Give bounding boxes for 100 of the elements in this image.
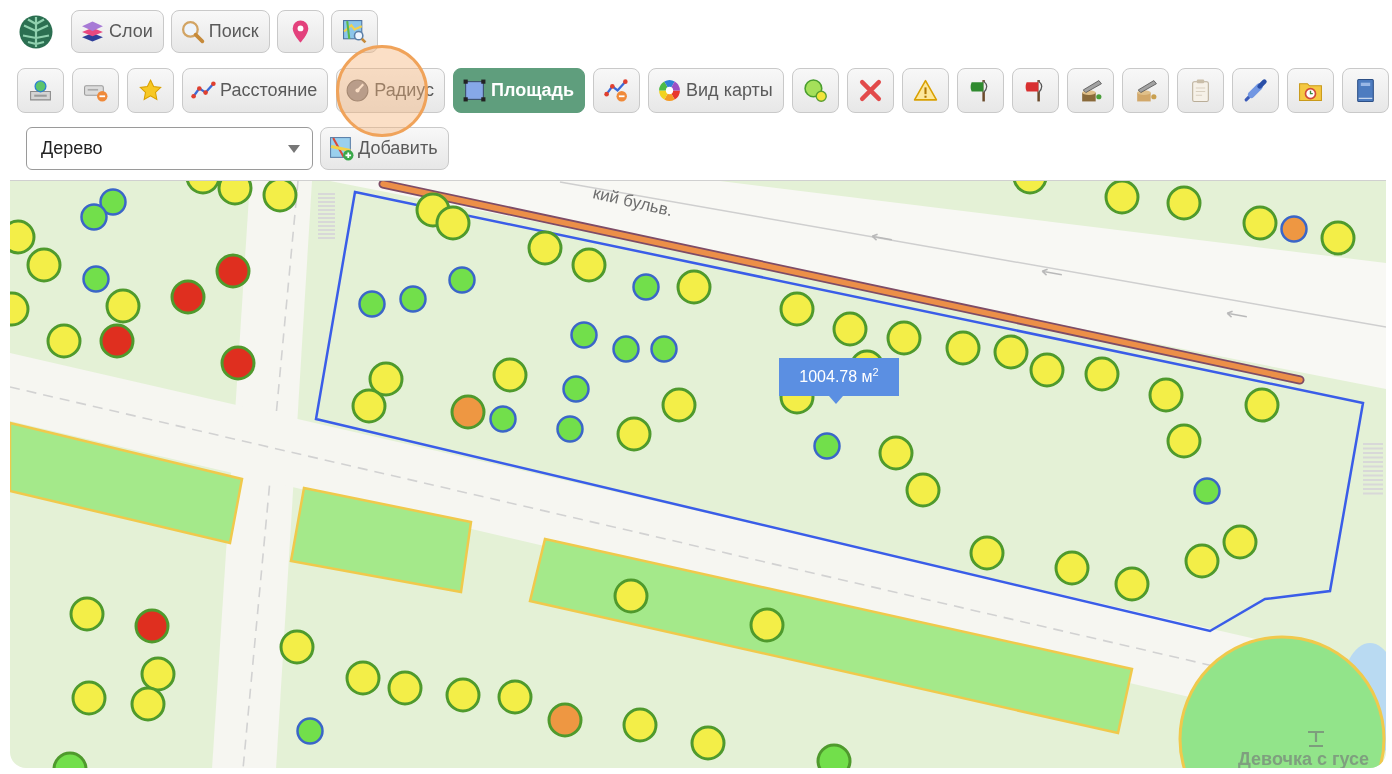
type-select[interactable]: Дерево [26,127,313,170]
remove-measure-button[interactable] [593,68,641,113]
tree-marker[interactable] [217,181,253,206]
tree-marker[interactable] [969,535,1005,571]
book-button[interactable] [1341,68,1389,113]
color-wheel-icon [657,78,683,103]
tree-marker[interactable] [779,291,815,327]
tree-marker[interactable] [262,181,298,213]
circles-icon [802,78,828,103]
tree-marker[interactable] [676,269,712,305]
tree-marker[interactable] [886,320,922,356]
tree-marker[interactable] [99,323,135,359]
search-button[interactable]: Поиск [170,10,270,53]
tree-marker[interactable] [547,702,583,738]
tree-marker[interactable] [1114,566,1150,602]
caret-icon [288,144,300,153]
stump-button[interactable] [1066,68,1114,113]
folder-button[interactable] [1286,68,1334,113]
tree-marker[interactable] [220,345,256,381]
tree-marker[interactable] [1320,220,1356,256]
tree-marker[interactable] [140,656,176,692]
tree-marker[interactable] [52,751,88,768]
tree-marker[interactable] [1054,550,1090,586]
map-search-icon [341,19,367,44]
tree-marker[interactable] [622,707,658,743]
tree-marker[interactable] [71,680,107,716]
tree-marker[interactable] [616,416,652,452]
search-icon [179,19,205,44]
tree-marker[interactable] [351,388,387,424]
warning-button[interactable] [901,68,949,113]
tree-marker[interactable] [1166,185,1202,221]
tree-marker[interactable] [749,607,785,643]
tree-marker[interactable] [10,291,30,327]
tree-marker[interactable] [69,596,105,632]
layers-button[interactable]: Слои [71,10,164,53]
map-view-button[interactable]: Вид карты [648,68,784,113]
warning-icon [912,78,938,103]
tree-marker[interactable] [1104,181,1140,215]
pipette-button[interactable] [1231,68,1279,113]
tree-marker[interactable] [215,253,251,289]
gauge-icon [345,78,371,103]
star-icon [138,78,163,103]
tree-marker[interactable] [1242,205,1278,241]
tree-marker[interactable] [1244,387,1280,423]
delete-button[interactable] [846,68,894,113]
road-arrow-icon [1226,310,1248,318]
distance-button[interactable]: Расстояние [182,68,329,113]
tree-marker[interactable] [613,578,649,614]
tree-marker[interactable] [279,629,315,665]
tree-marker[interactable] [571,247,607,283]
tree-marker[interactable] [832,311,868,347]
tree-marker[interactable] [10,219,36,255]
tree-marker[interactable] [527,230,563,266]
tree-marker[interactable] [170,279,206,315]
layers-icon [80,19,105,44]
tray-button[interactable] [17,68,64,113]
favorites-button[interactable] [127,68,174,113]
tree-marker[interactable] [661,387,697,423]
tree-marker[interactable] [1184,543,1220,579]
circles-button[interactable] [791,68,839,113]
tree-marker[interactable] [993,334,1029,370]
tree-marker[interactable] [690,725,726,761]
add-button[interactable]: Добавить [320,127,449,170]
tree-marker[interactable] [387,670,423,706]
map-search-button[interactable] [330,10,378,53]
tree-marker[interactable] [1029,352,1065,388]
map-plus-icon [329,136,354,161]
tree-marker[interactable] [368,361,404,397]
place-label: Девочка с гусе [1238,749,1369,768]
tree-marker[interactable] [1148,377,1184,413]
tree-marker[interactable] [905,472,941,508]
tree-marker[interactable] [445,677,481,713]
tree-marker[interactable] [945,330,981,366]
axe-button[interactable] [1011,68,1059,113]
tree-marker[interactable] [26,247,62,283]
pin-button[interactable] [276,10,324,53]
square-select-icon [462,78,487,103]
tree-marker[interactable] [134,608,170,644]
tree-marker[interactable] [497,679,533,715]
logo-icon [19,14,53,49]
tree-marker[interactable] [816,743,852,768]
area-button[interactable]: Площадь [453,68,586,113]
road-arrow-icon [1041,268,1063,276]
tree-marker[interactable] [1084,356,1120,392]
tree-marker[interactable] [1166,423,1202,459]
clipboard-button[interactable] [1176,68,1224,113]
crosswalk [1363,443,1383,495]
tree-marker[interactable] [105,288,141,324]
tree-marker[interactable] [130,686,166,722]
drive-button[interactable] [72,68,119,113]
tree-marker[interactable] [345,660,381,696]
axe-button[interactable] [956,68,1004,113]
tree-marker[interactable] [450,394,486,430]
stump-button[interactable] [1121,68,1169,113]
tree-marker[interactable] [1222,524,1258,560]
road-arrow-icon [871,233,893,241]
tree-marker[interactable] [435,205,471,241]
tree-marker[interactable] [878,435,914,471]
tree-marker[interactable] [46,323,82,359]
tree-marker[interactable] [492,357,528,393]
